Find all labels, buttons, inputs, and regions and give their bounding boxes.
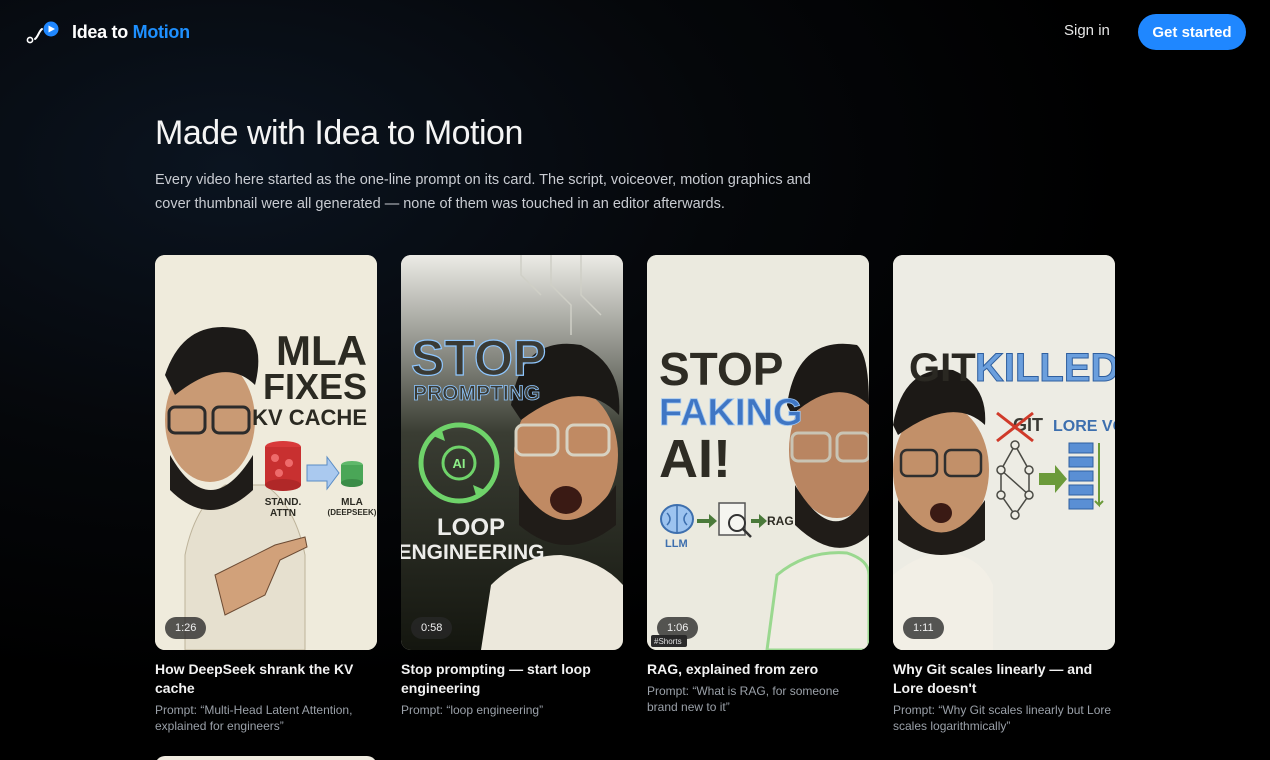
duration-badge: 1:11	[903, 617, 944, 639]
next-row-card-peek	[155, 756, 377, 760]
duration-badge: 1:26	[165, 617, 207, 639]
database-stack-icon	[265, 441, 301, 491]
page-title: Made with Idea to Motion	[155, 114, 523, 152]
card-prompt: Prompt: “What is RAG, for someone brand …	[647, 684, 840, 714]
thumbnail-art-loop: STOP PROMPTING AI LOOP ENGINEERING	[401, 255, 623, 650]
thumb-label-llm: LLM	[665, 538, 688, 550]
thumb-text-line2: KILLED.	[975, 346, 1115, 390]
thumb-text-line3: AI!	[659, 429, 731, 489]
brand-logo[interactable]: Idea to Motion	[26, 19, 190, 45]
thumb-label-lore: LORE VCS	[1053, 418, 1115, 435]
video-card[interactable]: STOP PROMPTING AI LOOP ENGINEERING 0:58 …	[401, 255, 623, 718]
page-description: Every video here started as the one-line…	[155, 172, 811, 212]
video-thumbnail[interactable]: GIT KILLED. GIT LORE VCS	[893, 255, 1115, 650]
site-header: Idea to Motion Sign in Get started	[0, 0, 1270, 64]
play-logo-icon	[26, 19, 60, 45]
video-thumbnail[interactable]: STOP PROMPTING AI LOOP ENGINEERING 0:58	[401, 255, 623, 650]
video-grid: MLA FIXES KV CACHE STAND. ATTN MLA (DEEP…	[155, 255, 1115, 760]
sign-in-link[interactable]: Sign in	[1064, 22, 1110, 39]
card-title[interactable]: How DeepSeek shrank the KV cache	[155, 660, 377, 698]
duration-badge: 1:06	[657, 617, 699, 639]
brand-name-part1: Idea to	[72, 21, 128, 42]
thumb-label-right1: MLA	[341, 497, 363, 508]
thumb-text-line2: PROMPTING	[413, 382, 540, 405]
card-title[interactable]: Why Git scales linearly — and Lore doesn…	[893, 660, 1115, 698]
brand-name: Idea to Motion	[72, 22, 190, 43]
thumb-label-right2: (DEEPSEEK)	[328, 508, 377, 517]
card-title[interactable]: RAG, explained from zero	[647, 660, 869, 679]
thumb-text-line2: FIXES	[263, 366, 367, 407]
thumb-text-line1: STOP	[659, 343, 783, 395]
small-stack-icon	[341, 461, 363, 487]
thumb-label-rag: RAG	[767, 514, 794, 528]
thumb-text-line1: STOP	[411, 330, 546, 386]
thumb-text-line4: ENGINEERING	[401, 541, 545, 564]
video-thumbnail[interactable]: MLA FIXES KV CACHE STAND. ATTN MLA (DEEP…	[155, 255, 377, 650]
thumb-text-line1: GIT	[909, 346, 976, 390]
thumbnail-art-rag: STOP FAKING AI! LLM RAG #Shorts	[647, 255, 869, 650]
thumb-text-line3: LOOP	[437, 514, 505, 541]
video-card[interactable]: STOP FAKING AI! LLM RAG #Shorts 1:06 RAG…	[647, 255, 869, 715]
brain-icon	[660, 504, 694, 534]
thumb-label-left2: ATTN	[270, 508, 296, 519]
brand-name-part2: Motion	[132, 21, 190, 42]
card-prompt: Prompt: “loop engineering”	[401, 703, 544, 717]
card-prompt: Prompt: “Multi-Head Latent Attention, ex…	[155, 703, 353, 733]
thumb-badge: AI	[453, 456, 466, 471]
thumbnail-art-git: GIT KILLED. GIT LORE VCS	[893, 255, 1115, 650]
card-title[interactable]: Stop prompting — start loop engineering	[401, 660, 623, 698]
duration-badge: 0:58	[411, 617, 453, 639]
thumb-text-line2: FAKING	[659, 392, 803, 434]
card-prompt: Prompt: “Why Git scales linearly but Lor…	[893, 703, 1112, 733]
thumbnail-art-mla: MLA FIXES KV CACHE STAND. ATTN MLA (DEEP…	[155, 255, 377, 650]
video-card[interactable]: MLA FIXES KV CACHE STAND. ATTN MLA (DEEP…	[155, 255, 377, 734]
video-thumbnail[interactable]: STOP FAKING AI! LLM RAG #Shorts 1:06	[647, 255, 869, 650]
video-card[interactable]: GIT KILLED. GIT LORE VCS	[893, 255, 1115, 734]
get-started-button[interactable]: Get started	[1138, 14, 1246, 50]
thumb-label-left1: STAND.	[265, 497, 302, 508]
thumb-text-line3: KV CACHE	[252, 405, 367, 430]
